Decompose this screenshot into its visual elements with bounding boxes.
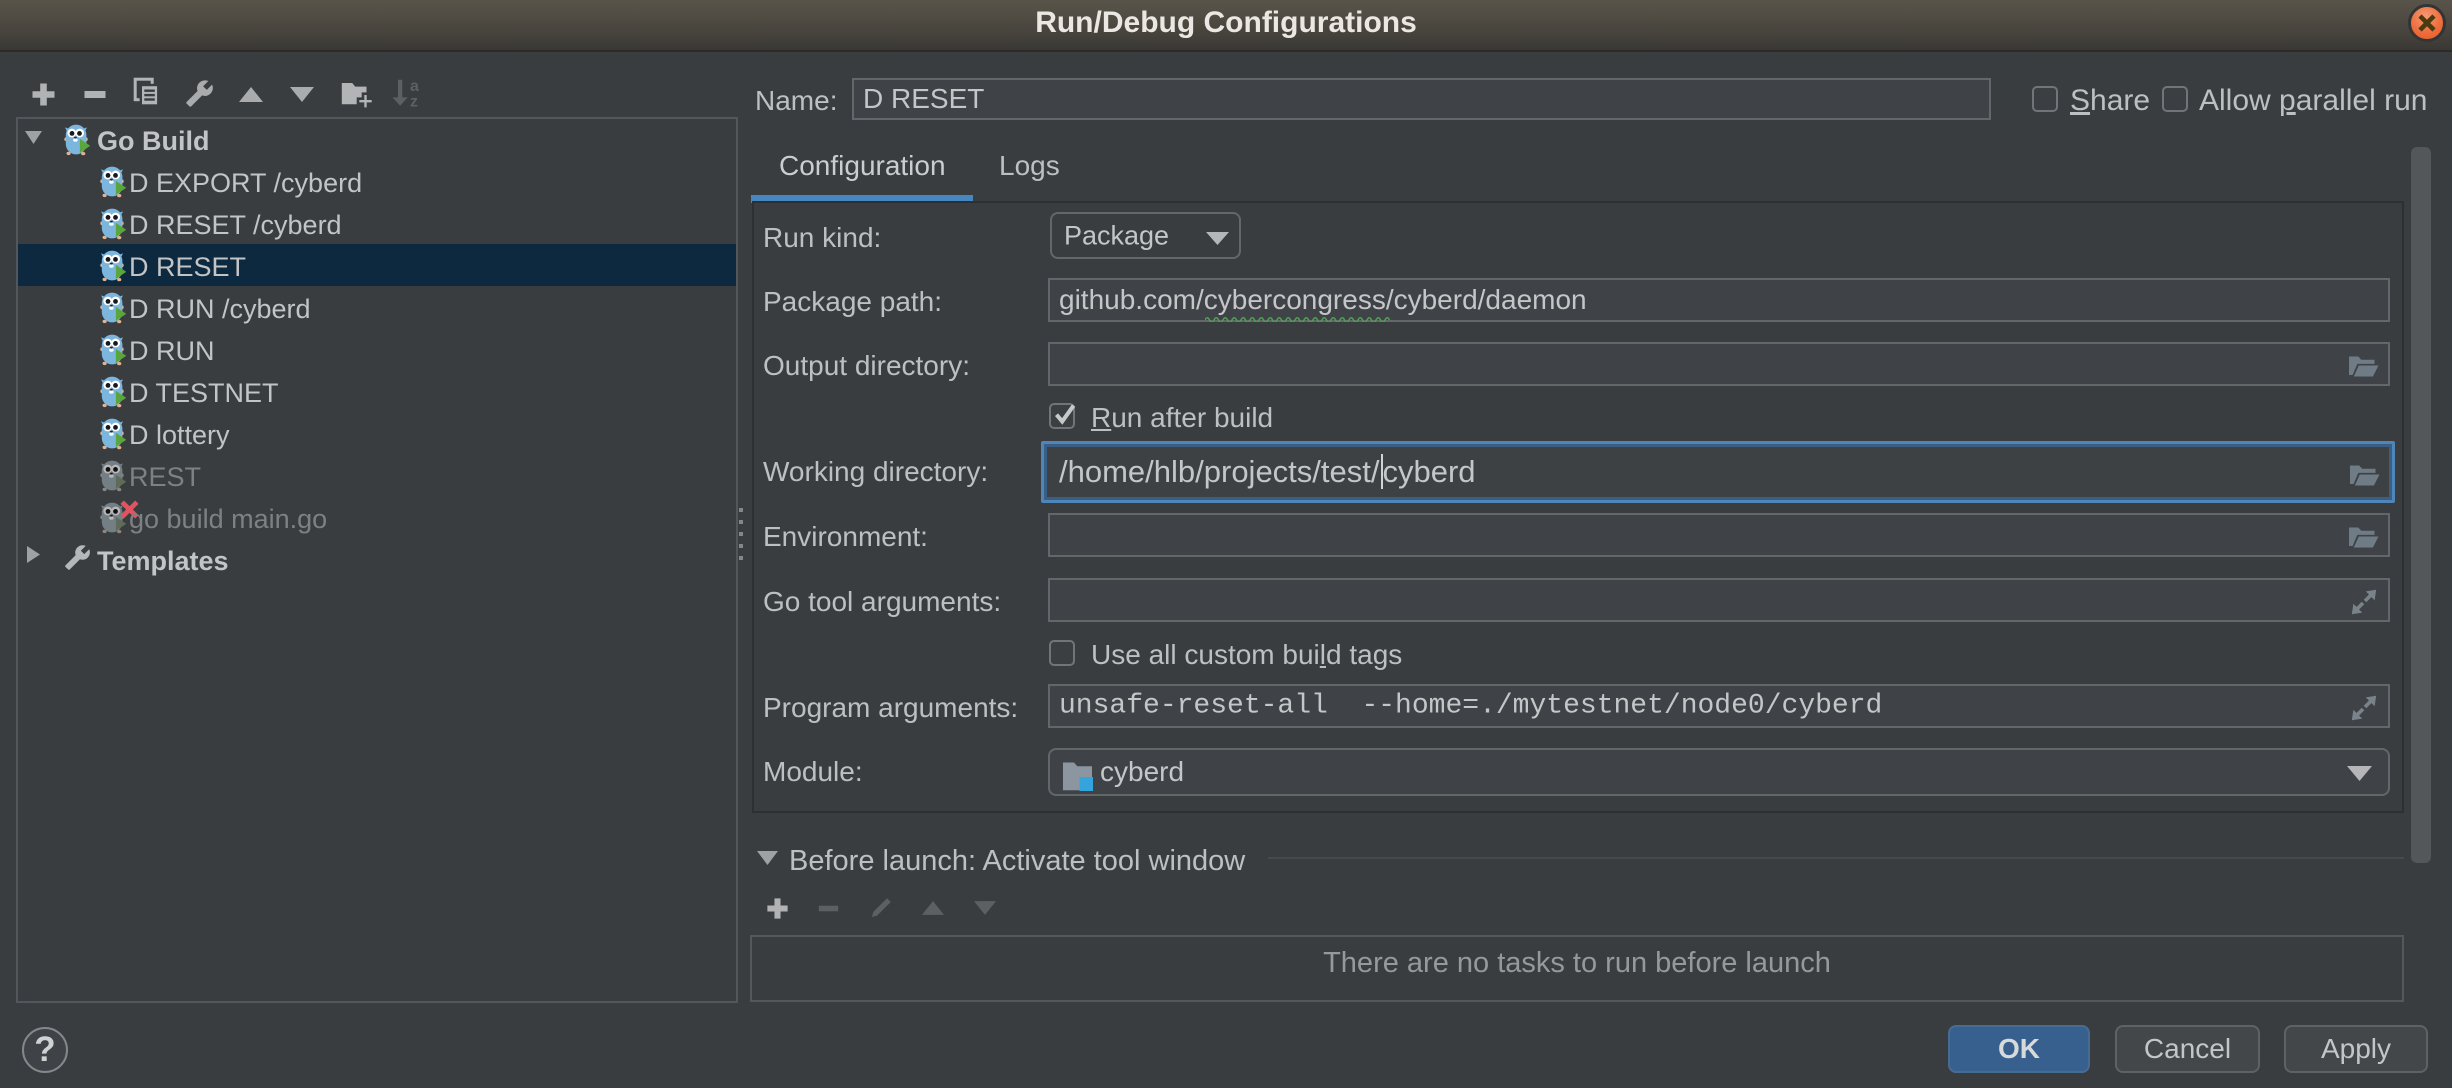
svg-text:a: a — [410, 78, 419, 95]
svg-text:z: z — [410, 94, 418, 111]
